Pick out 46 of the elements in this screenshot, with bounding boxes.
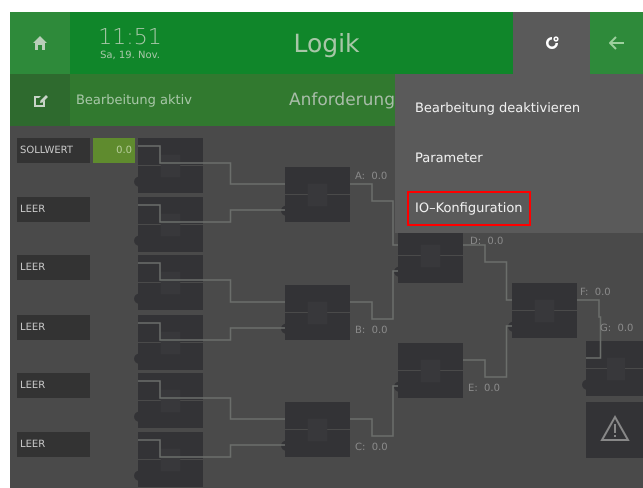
logic-block[interactable] xyxy=(134,432,203,487)
logic-block[interactable] xyxy=(134,197,203,252)
edit-icon xyxy=(32,92,48,108)
wire xyxy=(350,385,398,437)
logic-block[interactable] xyxy=(582,341,643,396)
logic-block[interactable] xyxy=(134,255,203,310)
output-value: A: 0.0 xyxy=(355,170,388,184)
output-value: F: 0.0 xyxy=(580,286,611,300)
output-value: D: 0.0 xyxy=(470,235,504,249)
back-arrow-icon xyxy=(608,36,624,50)
logic-block[interactable] xyxy=(281,402,350,457)
input-label[interactable]: SOLLWERT xyxy=(17,138,90,163)
home-button[interactable] xyxy=(10,12,70,74)
input-label[interactable]: LEER xyxy=(17,255,90,280)
wire xyxy=(463,325,512,378)
input-label[interactable]: LEER xyxy=(17,315,90,340)
edit-status: Bearbeitung aktiv xyxy=(76,92,192,108)
clock-date: Sa, 19. Nov. xyxy=(100,50,160,60)
edit-button[interactable] xyxy=(10,74,70,126)
home-icon xyxy=(32,35,48,51)
wire xyxy=(350,270,398,320)
menu-item[interactable]: Bearbeitung deaktivieren xyxy=(407,91,588,126)
logic-block[interactable] xyxy=(281,285,350,340)
logic-block[interactable] xyxy=(281,167,350,222)
warning-icon[interactable] xyxy=(586,402,643,458)
logic-block[interactable] xyxy=(508,283,577,338)
input-label[interactable]: LEER xyxy=(17,432,90,457)
page-title: Logik xyxy=(293,28,360,58)
section-title: Anforderung xyxy=(288,90,395,110)
output-value: G: 0.0 xyxy=(600,322,634,336)
wire xyxy=(463,244,512,301)
wire xyxy=(350,183,398,246)
logic-block[interactable] xyxy=(134,138,203,193)
input-label[interactable]: LEER xyxy=(17,373,90,398)
logic-block[interactable] xyxy=(134,315,203,370)
output-value: B: 0.0 xyxy=(355,324,388,338)
output-value: E: 0.0 xyxy=(468,382,500,396)
input-label[interactable]: LEER xyxy=(17,197,90,222)
settings-icon xyxy=(544,35,560,51)
output-value: C: 0.0 xyxy=(355,441,388,455)
menu-item[interactable]: IO–Konfiguration xyxy=(407,190,531,226)
menu-item[interactable]: Parameter xyxy=(407,141,491,176)
wire xyxy=(577,299,602,359)
logic-block[interactable] xyxy=(394,343,463,398)
clock-time: 11:51 xyxy=(98,26,162,50)
logic-block[interactable] xyxy=(134,373,203,428)
